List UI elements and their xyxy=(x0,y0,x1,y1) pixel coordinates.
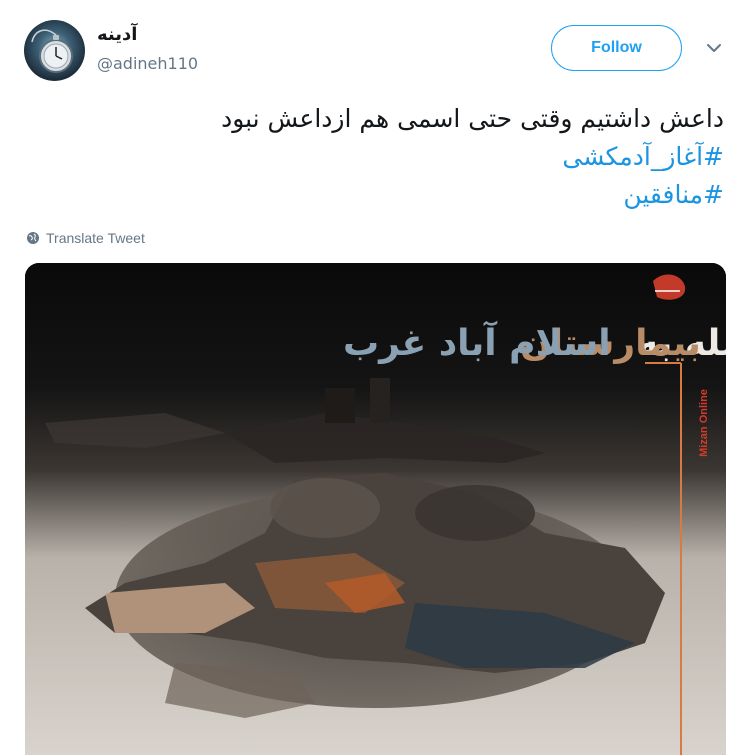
display-name[interactable]: آدینه xyxy=(97,24,137,45)
tweet-header: آدینه @adineh110 Follow xyxy=(0,0,750,92)
pocket-watch-icon xyxy=(31,29,73,73)
tweet-text: داعش داشتیم وقتی حتی اسمی هم ازداعش نبود xyxy=(221,104,724,133)
globe-icon xyxy=(27,232,39,244)
user-handle[interactable]: @adineh110 xyxy=(97,54,198,73)
watermark-text: Mizan Online xyxy=(698,389,710,457)
translate-tweet-link[interactable]: Translate Tweet xyxy=(26,230,145,246)
follow-button[interactable]: Follow xyxy=(551,25,682,71)
tweet-body: داعش داشتیم وقتی حتی اسمی هم ازداعش نبود… xyxy=(74,100,724,214)
avatar[interactable] xyxy=(24,20,85,81)
headline-blue: اسلام آباد غرب xyxy=(343,320,611,364)
translate-label: Translate Tweet xyxy=(46,230,145,246)
hashtag-link[interactable]: #منافقین xyxy=(74,176,724,214)
tweet-media-image[interactable]: حمله به بیمارستان اسلام آباد غرب Mizan O… xyxy=(25,263,726,755)
chevron-down-icon[interactable] xyxy=(704,38,724,58)
news-photo: حمله به بیمارستان اسلام آباد غرب Mizan O… xyxy=(25,263,726,755)
hashtag-link[interactable]: #آغاز_آدمکشی xyxy=(74,138,724,176)
